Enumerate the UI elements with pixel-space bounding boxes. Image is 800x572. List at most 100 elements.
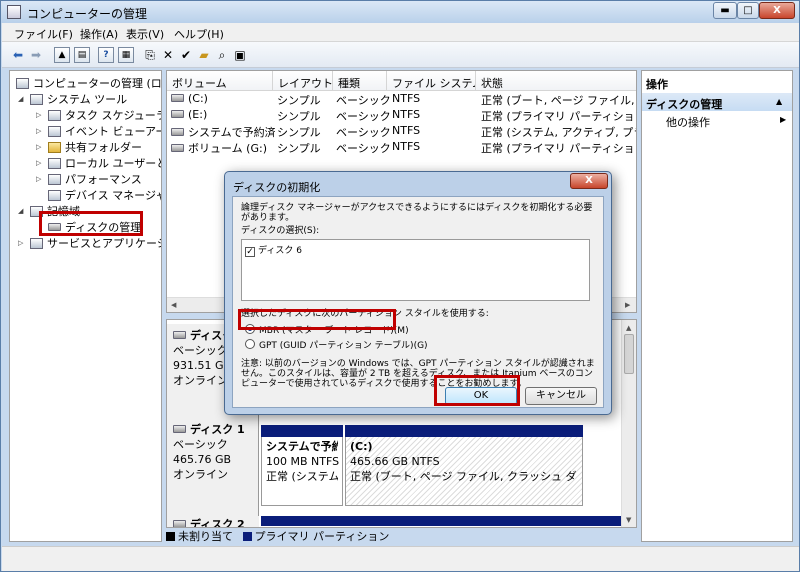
gpt-radio[interactable] — [245, 339, 255, 349]
column-volume[interactable]: ボリューム — [167, 71, 273, 91]
submenu-arrow-icon: ▶ — [780, 115, 787, 124]
actions-disk-management[interactable]: ディスクの管理 ▲ — [642, 93, 792, 111]
menu-help[interactable]: ヘルプ(H) — [174, 26, 224, 42]
menu-view[interactable]: 表示(V) — [126, 26, 164, 42]
tree-task-scheduler[interactable]: タスク スケジューラ — [48, 107, 161, 123]
menu-action[interactable]: 操作(A) — [80, 26, 118, 42]
table-row[interactable]: (E:) シンプル ベーシック NTFS 正常 (プライマリ パーティション) — [167, 108, 636, 124]
table-row[interactable]: システムで予約済み シンプル ベーシック NTFS 正常 (システム, アクティ… — [167, 124, 636, 140]
volume-icon — [171, 94, 184, 102]
disk-checkbox[interactable]: ✓ — [245, 247, 255, 257]
initialize-disk-dialog: ディスクの初期化 X 論理ディスク マネージャーがアクセスできるようにするにはデ… — [224, 171, 612, 415]
shared-folder-icon — [48, 142, 61, 153]
disk-2-partition-bar[interactable] — [261, 516, 622, 526]
dialog-body: 論理ディスク マネージャーがアクセスできるようにするにはディスクを初期化する必要… — [232, 196, 604, 408]
search-icon[interactable]: ⌕ — [214, 47, 230, 63]
menu-bar: ファイル(F) 操作(A) 表示(V) ヘルプ(H) — [2, 23, 799, 42]
collapse-arrow-icon[interactable]: ◢ — [18, 207, 23, 215]
column-type[interactable]: 種類 — [333, 71, 387, 91]
actions-pane: 操作 ディスクの管理 ▲ 他の操作 ▶ — [641, 70, 793, 542]
up-folder-icon[interactable]: ▲ — [54, 47, 70, 63]
disk-2-label[interactable]: ディスク 2 — [167, 516, 259, 527]
legend-primary-swatch — [242, 532, 252, 541]
disk-icon — [173, 425, 186, 433]
status-bar — [2, 546, 799, 571]
expand-arrow-icon[interactable]: ▷ — [36, 175, 41, 183]
mbr-highlight — [238, 309, 396, 330]
maximize-button[interactable]: □ — [737, 2, 759, 19]
open-folder-icon[interactable]: ▰ — [196, 47, 212, 63]
scroll-down-icon[interactable]: ▼ — [626, 516, 631, 524]
volume-icon — [171, 110, 184, 118]
users-icon — [48, 158, 61, 169]
actions-header: 操作 — [646, 78, 668, 91]
actions-other[interactable]: 他の操作 ▶ — [666, 114, 792, 130]
show-hide-tree-icon[interactable]: ▤ — [74, 47, 90, 63]
gpt-radio-option[interactable]: GPT (GUID パーティション テーブル)(G) — [245, 339, 428, 351]
expand-arrow-icon[interactable]: ▷ — [36, 159, 41, 167]
expand-arrow-icon[interactable]: ▷ — [18, 239, 23, 247]
tools-icon — [30, 94, 43, 105]
scroll-up-icon[interactable]: ▲ — [626, 324, 631, 332]
table-row[interactable]: (C:) シンプル ベーシック NTFS 正常 (ブート, ページ ファイル, … — [167, 92, 636, 108]
partition-bar — [345, 425, 583, 437]
tree-device-manager[interactable]: デバイス マネージャー — [48, 187, 161, 203]
tree-services-apps[interactable]: サービスとアプリケーション — [30, 235, 161, 251]
disk-view-vscrollbar[interactable]: ▲ ▼ — [621, 320, 636, 527]
clock-icon — [48, 110, 61, 121]
partition-system-reserved[interactable]: システムで予約済 100 MB NTFS 正常 (システム, — [261, 425, 343, 506]
volume-icon — [171, 144, 184, 152]
window-title: コンピューターの管理 — [27, 7, 148, 21]
tree-local-users[interactable]: ローカル ユーザーとグループ — [48, 155, 161, 171]
computer-management-icon — [7, 5, 21, 19]
scroll-right-icon[interactable]: ▶ — [625, 301, 630, 309]
scroll-left-icon[interactable]: ◀ — [171, 301, 176, 309]
table-row[interactable]: ボリューム (G:) シンプル ベーシック NTFS 正常 (プライマリ パーテ… — [167, 140, 636, 156]
expand-arrow-icon[interactable]: ▷ — [36, 143, 41, 151]
tree-shared-folders[interactable]: 共有フォルダー — [48, 139, 142, 155]
dialog-intro-text: 論理ディスク マネージャーがアクセスできるようにするにはディスクを初期化する必要… — [241, 203, 593, 223]
properties-icon[interactable]: ▦ — [118, 47, 134, 63]
performance-icon — [48, 174, 61, 185]
help-icon[interactable]: ? — [98, 47, 114, 63]
check-icon[interactable]: ✔ — [178, 47, 194, 63]
forward-arrow-icon[interactable]: ➡ — [28, 47, 44, 63]
tree-root[interactable]: コンピューターの管理 (ローカル) — [16, 75, 161, 91]
close-button[interactable]: X — [759, 2, 795, 19]
minimize-button[interactable]: ▬ — [713, 2, 737, 19]
services-icon — [30, 238, 43, 249]
tree-performance[interactable]: パフォーマンス — [48, 171, 142, 187]
expand-arrow-icon[interactable]: ▷ — [36, 127, 41, 135]
settings-icon[interactable]: ▣ — [232, 47, 248, 63]
back-arrow-icon[interactable]: ⬅ — [10, 47, 26, 63]
dialog-close-button[interactable]: X — [570, 173, 608, 189]
tree-system-tools[interactable]: システム ツール — [30, 91, 127, 107]
disk-list-item[interactable]: ✓ ディスク 6 — [245, 243, 302, 257]
partition-c[interactable]: (C:) 465.66 GB NTFS 正常 (ブート, ページ ファイル, ク… — [345, 425, 583, 506]
collapse-up-icon[interactable]: ▲ — [776, 97, 782, 106]
event-viewer-icon — [48, 126, 61, 137]
delete-icon[interactable]: ✕ — [160, 47, 176, 63]
dialog-note-text: 注意: 以前のバージョンの Windows では、GPT パーティション スタイ… — [241, 359, 595, 389]
column-layout[interactable]: レイアウト — [273, 71, 333, 91]
disk-management-highlight — [39, 211, 143, 236]
navigation-tree: コンピューターの管理 (ローカル) ◢ システム ツール ▷ タスク スケジュー… — [9, 70, 162, 542]
volume-icon — [171, 128, 184, 136]
disk-select-list[interactable]: ✓ ディスク 6 — [241, 239, 590, 301]
column-status[interactable]: 状態 — [476, 71, 636, 91]
disk-1-label[interactable]: ディスク 1 ベーシック 465.76 GB オンライン — [167, 418, 259, 518]
legend-unallocated-swatch — [166, 532, 175, 541]
collapse-arrow-icon[interactable]: ◢ — [18, 95, 23, 103]
computer-icon — [16, 78, 29, 89]
cancel-button[interactable]: キャンセル — [525, 387, 597, 405]
tree-event-viewer[interactable]: イベント ビューアー — [48, 123, 161, 139]
title-bar[interactable]: コンピューターの管理 ▬ □ X — [1, 1, 799, 23]
partition-bar — [261, 425, 343, 437]
disk-select-label: ディスクの選択(S): — [241, 226, 320, 236]
dialog-title: ディスクの初期化 — [233, 181, 321, 194]
menu-file[interactable]: ファイル(F) — [14, 26, 73, 42]
column-filesystem[interactable]: ファイル システム — [387, 71, 476, 91]
expand-arrow-icon[interactable]: ▷ — [36, 111, 41, 119]
scroll-thumb[interactable] — [624, 334, 634, 374]
connect-icon[interactable]: ⎘ — [142, 47, 158, 63]
